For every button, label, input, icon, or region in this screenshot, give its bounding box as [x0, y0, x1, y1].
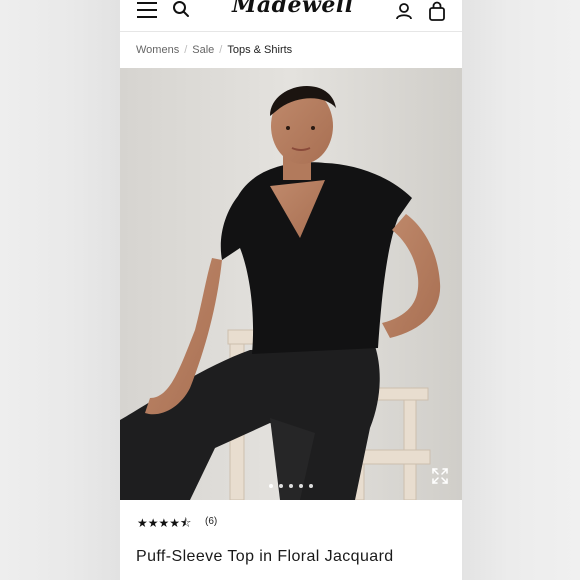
expand-icon[interactable]: [432, 468, 448, 484]
rating-stars[interactable]: ★★★★⯪: [137, 514, 191, 535]
gallery-dot[interactable]: [309, 484, 313, 488]
product-title: Puff-Sleeve Top in Floral Jacquard: [136, 548, 394, 565]
breadcrumb-separator: /: [219, 44, 223, 56]
gallery-dot[interactable]: [289, 484, 293, 488]
gallery-pagination: [120, 484, 462, 488]
product-image-gallery[interactable]: [120, 68, 462, 500]
breadcrumb: Womens / Sale / Tops & Shirts: [120, 32, 462, 68]
breadcrumb-tops-shirts[interactable]: Tops & Shirts: [227, 44, 292, 56]
product-info: ★★★★⯪ (6) Puff-Sleeve Top in Floral Jacq…: [120, 500, 462, 580]
account-icon[interactable]: [395, 2, 413, 20]
breadcrumb-separator: /: [184, 44, 188, 56]
mobile-page: Madewell Womens / Sale / Tops & Shirts ★…: [120, 0, 462, 580]
search-icon[interactable]: [172, 0, 190, 18]
site-header: Madewell: [120, 0, 462, 32]
right-background: [462, 0, 580, 580]
review-count[interactable]: (6): [205, 516, 217, 527]
gallery-dot[interactable]: [279, 484, 283, 488]
breadcrumb-sale[interactable]: Sale: [192, 44, 214, 56]
gallery-dot[interactable]: [299, 484, 303, 488]
brand-logo[interactable]: Madewell: [232, 0, 353, 22]
left-background: [0, 0, 120, 580]
bag-icon[interactable]: [428, 1, 446, 21]
product-photo: [120, 68, 462, 500]
breadcrumb-womens[interactable]: Womens: [136, 44, 179, 56]
gallery-dot[interactable]: [269, 484, 273, 488]
menu-icon[interactable]: [137, 2, 157, 18]
